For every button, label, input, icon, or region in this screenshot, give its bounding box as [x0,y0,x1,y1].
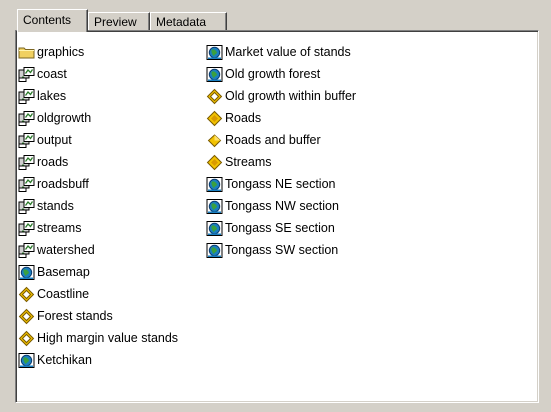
tab-contents-label: Contents [23,13,72,27]
tab-preview-label: Preview [94,15,137,29]
contents-item[interactable]: Roads [206,107,356,129]
layer-file-filled-icon [206,154,223,171]
contents-item[interactable]: Tongass NE section [206,173,356,195]
coverage-icon [18,242,35,259]
contents-item-label: Roads and buffer [225,133,321,147]
contents-item-label: coast [37,67,67,81]
map-document-icon [206,220,223,237]
contents-column-1: graphics coast lakes oldgrowth output roads ro… [18,41,178,371]
coverage-icon [18,88,35,105]
contents-item-label: Market value of stands [225,45,351,59]
contents-item[interactable]: Old growth within buffer [206,85,356,107]
contents-item-label: lakes [37,89,67,103]
layer-file-icon [18,308,35,325]
contents-item[interactable]: Coastline [18,283,178,305]
contents-item[interactable]: streams [18,217,178,239]
contents-item[interactable]: lakes [18,85,178,107]
contents-item-label: roadsbuff [37,177,89,191]
coverage-icon [18,154,35,171]
contents-item-label: High margin value stands [37,331,179,345]
contents-item[interactable]: Old growth forest [206,63,356,85]
folder-icon [18,44,35,61]
contents-item-label: watershed [37,243,95,257]
contents-item[interactable]: stands [18,195,178,217]
contents-item-label: Forest stands [37,309,113,323]
map-document-icon [206,176,223,193]
contents-item-label: Old growth forest [225,67,321,81]
contents-item[interactable]: Ketchikan [18,349,178,371]
contents-item-label: Streams [225,155,272,169]
contents-column-2: Market value of stands Old growth forest O… [206,41,356,261]
coverage-icon [18,198,35,215]
contents-item-label: Roads [225,111,262,125]
tab-preview[interactable]: Preview [88,12,150,31]
tab-metadata[interactable]: Metadata [150,12,227,31]
layer-file-filled-icon [206,110,223,127]
contents-panel: graphics coast lakes oldgrowth output roads ro… [15,30,539,403]
contents-item-label: Coastline [37,287,90,301]
contents-item[interactable]: output [18,129,178,151]
layer-file-icon [206,88,223,105]
contents-item[interactable]: watershed [18,239,178,261]
contents-item-label: roads [37,155,69,169]
contents-item-label: Old growth within buffer [225,89,357,103]
contents-item-label: Tongass NE section [225,177,336,191]
contents-item[interactable]: coast [18,63,178,85]
coverage-icon [18,176,35,193]
group-layer-icon [206,132,223,149]
contents-item[interactable]: Tongass SW section [206,239,356,261]
contents-item-label: Tongass SE section [225,221,335,235]
coverage-icon [18,110,35,127]
tab-metadata-label: Metadata [156,15,207,29]
layer-file-icon [18,330,35,347]
contents-item-label: Ketchikan [37,353,92,367]
contents-item-label: Tongass SW section [225,243,339,257]
contents-item[interactable]: oldgrowth [18,107,178,129]
map-document-icon [18,352,35,369]
tab-contents[interactable]: Contents [17,9,88,32]
map-document-icon [18,264,35,281]
contents-item[interactable]: High margin value stands [18,327,178,349]
contents-item[interactable]: graphics [18,41,178,63]
contents-item[interactable]: Roads and buffer [206,129,356,151]
contents-item[interactable]: Forest stands [18,305,178,327]
contents-item-label: graphics [37,45,85,59]
contents-item[interactable]: roads [18,151,178,173]
contents-item-label: output [37,133,72,147]
coverage-icon [18,220,35,237]
contents-item[interactable]: Market value of stands [206,41,356,63]
contents-item-label: Tongass NW section [225,199,339,213]
map-document-icon [206,44,223,61]
coverage-icon [18,132,35,149]
contents-item[interactable]: Tongass SE section [206,217,356,239]
contents-item[interactable]: Basemap [18,261,178,283]
map-document-icon [206,66,223,83]
contents-item-label: streams [37,221,82,235]
coverage-icon [18,66,35,83]
contents-item[interactable]: Streams [206,151,356,173]
layer-file-icon [18,286,35,303]
map-document-icon [206,198,223,215]
contents-item-label: oldgrowth [37,111,92,125]
contents-item[interactable]: Tongass NW section [206,195,356,217]
contents-item[interactable]: roadsbuff [18,173,178,195]
contents-item-label: stands [37,199,74,213]
map-document-icon [206,242,223,259]
contents-item-label: Basemap [37,265,90,279]
